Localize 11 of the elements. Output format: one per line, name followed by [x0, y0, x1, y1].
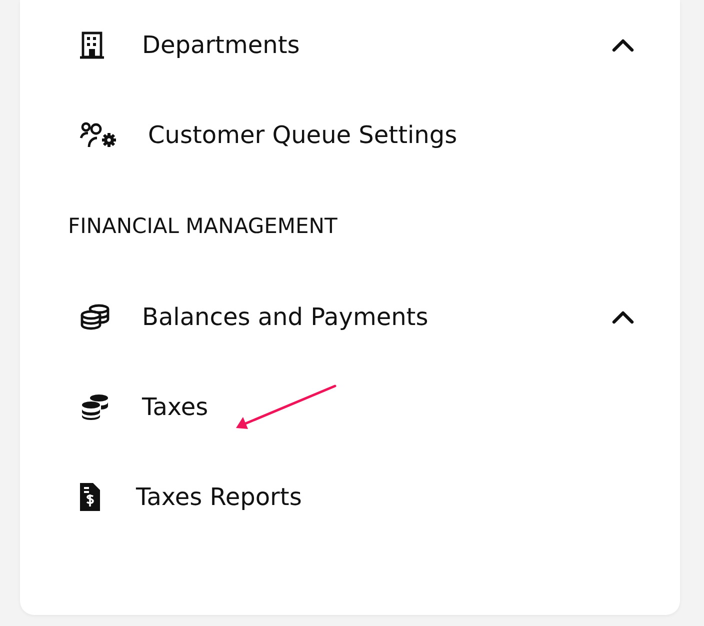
menu-item-label: Taxes Reports [136, 483, 302, 511]
menu-item[interactable]: Balances and Payments [20, 272, 680, 362]
menu-item-label: Customer Queue Settings [148, 121, 458, 149]
menu-item[interactable]: Customer Queue Settings [20, 90, 680, 180]
menu-item-label: Balances and Payments [142, 303, 428, 331]
menu-item-label: Departments [142, 31, 300, 59]
section-heading: FINANCIAL MANAGEMENT [67, 213, 338, 240]
menu-item[interactable]: Taxes [20, 362, 680, 452]
menu-item[interactable]: Departments [20, 0, 680, 90]
menu-item-label: Taxes [142, 393, 208, 421]
menu-item[interactable]: Taxes Reports [20, 452, 680, 542]
